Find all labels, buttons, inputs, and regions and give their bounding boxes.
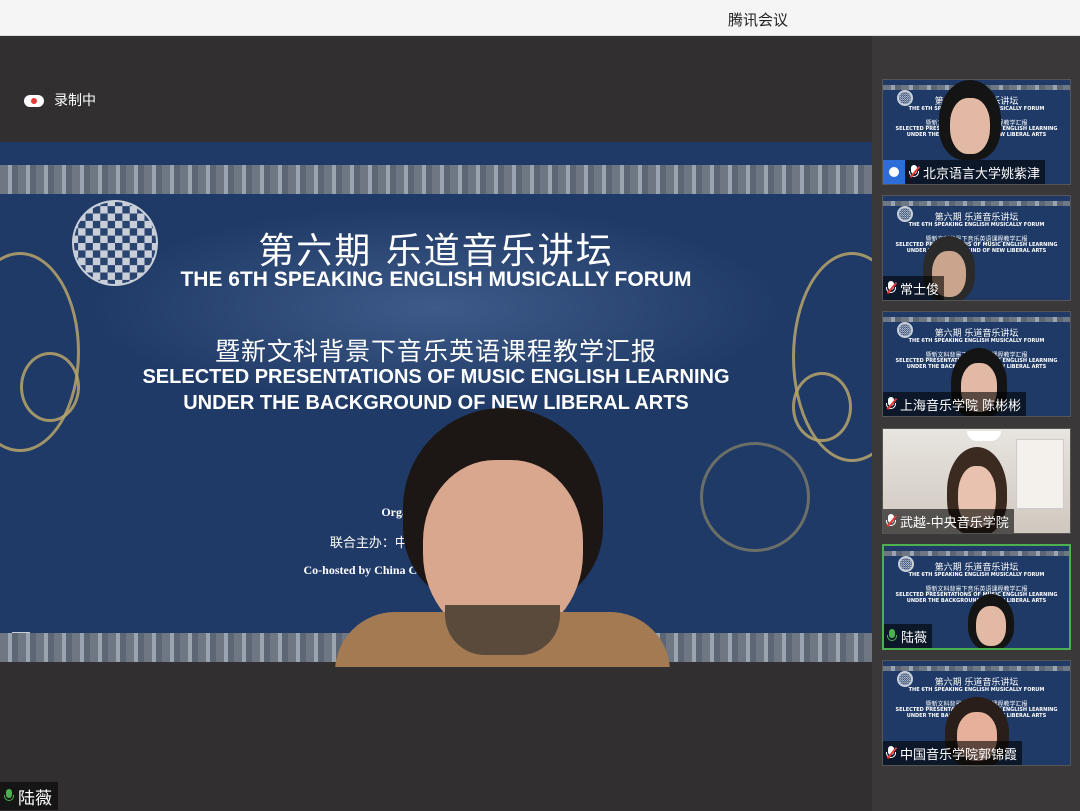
recording-label: 录制中 — [54, 93, 96, 109]
participant-tile-active-speaker[interactable]: 第六期 乐道音乐讲坛 THE 6TH SPEAKING ENGLISH MUSI… — [882, 544, 1071, 650]
participant-tile[interactable]: 第六期 乐道音乐讲坛 THE 6TH SPEAKING ENGLISH MUSI… — [882, 311, 1071, 417]
participant-name: 上海音乐学院 陈彬彬 — [900, 398, 1022, 414]
slide-title-en: THE 6TH SPEAKING ENGLISH MUSICALLY FORUM — [180, 268, 692, 291]
microphone-icon — [4, 789, 14, 803]
participant-name-label: 常士俊 — [883, 276, 945, 300]
participant-tile[interactable]: 第六期 乐道音乐讲坛 THE 6TH SPEAKING ENGLISH MUSI… — [882, 79, 1071, 185]
participant-name: 武越-中央音乐学院 — [900, 515, 1009, 531]
participant-video — [968, 594, 1014, 648]
cloud-recording-icon — [24, 93, 44, 107]
participant-video — [939, 80, 1001, 160]
participant-name-label: 陆薇 — [884, 624, 933, 648]
wardrobe — [1016, 439, 1064, 509]
microphone-icon — [887, 629, 897, 643]
title-bar: 腾讯会议 — [0, 0, 1080, 36]
microphone-muted-icon — [909, 165, 919, 179]
participant-tile[interactable]: 武越-中央音乐学院 — [882, 428, 1071, 534]
slide-title-cn: 第六期 乐道音乐讲坛 — [258, 231, 614, 272]
user-icon — [883, 160, 905, 184]
thumb-title-en: THE 6TH SPEAKING ENGLISH MUSICALLY FORUM — [908, 572, 1045, 578]
self-name-label: 陆薇 — [0, 782, 58, 810]
slide-decor-band — [0, 165, 872, 194]
ceiling-lamp — [967, 431, 1001, 441]
window-title: 腾讯会议 — [728, 11, 789, 29]
microphone-muted-icon — [886, 514, 896, 528]
thumb-title-en: THE 6TH SPEAKING ENGLISH MUSICALLY FORUM — [908, 338, 1045, 344]
thumb-title-en: THE 6TH SPEAKING ENGLISH MUSICALLY FORUM — [908, 222, 1045, 228]
speaker-video-overlay — [335, 400, 670, 667]
microphone-muted-icon — [886, 746, 896, 760]
slide-subtitle-cn: 暨新文科背景下音乐英语课程教学汇报 — [214, 337, 657, 366]
participant-name-label: 北京语言大学姚紫津 — [883, 160, 1046, 184]
participant-name-label: 武越-中央音乐学院 — [883, 509, 1014, 533]
participant-name-label: 上海音乐学院 陈彬彬 — [883, 392, 1027, 416]
participant-name: 中国音乐学院郭锦霞 — [900, 747, 1018, 763]
microphone-muted-icon — [886, 397, 896, 411]
recording-indicator[interactable]: 录制中 — [24, 90, 96, 110]
self-name: 陆薇 — [18, 788, 52, 809]
participant-name: 北京语言大学姚紫津 — [923, 166, 1041, 182]
participant-name-label: 中国音乐学院郭锦霞 — [883, 741, 1023, 765]
participant-name: 陆薇 — [901, 630, 928, 646]
thumb-subtitle-en-2: UNDER THE BACKGROUND OF NEW LIBERAL ARTS — [906, 248, 1047, 254]
slide-subtitle-en-1: SELECTED PRESENTATIONS OF MUSIC ENGLISH … — [142, 366, 730, 388]
participant-name: 常士俊 — [900, 282, 940, 298]
participant-tile[interactable]: 第六期 乐道音乐讲坛 THE 6TH SPEAKING ENGLISH MUSI… — [882, 195, 1071, 301]
microphone-muted-icon — [886, 281, 896, 295]
thumb-title-en: THE 6TH SPEAKING ENGLISH MUSICALLY FORUM — [908, 687, 1045, 693]
participant-tile[interactable]: 第六期 乐道音乐讲坛 THE 6TH SPEAKING ENGLISH MUSI… — [882, 660, 1071, 766]
